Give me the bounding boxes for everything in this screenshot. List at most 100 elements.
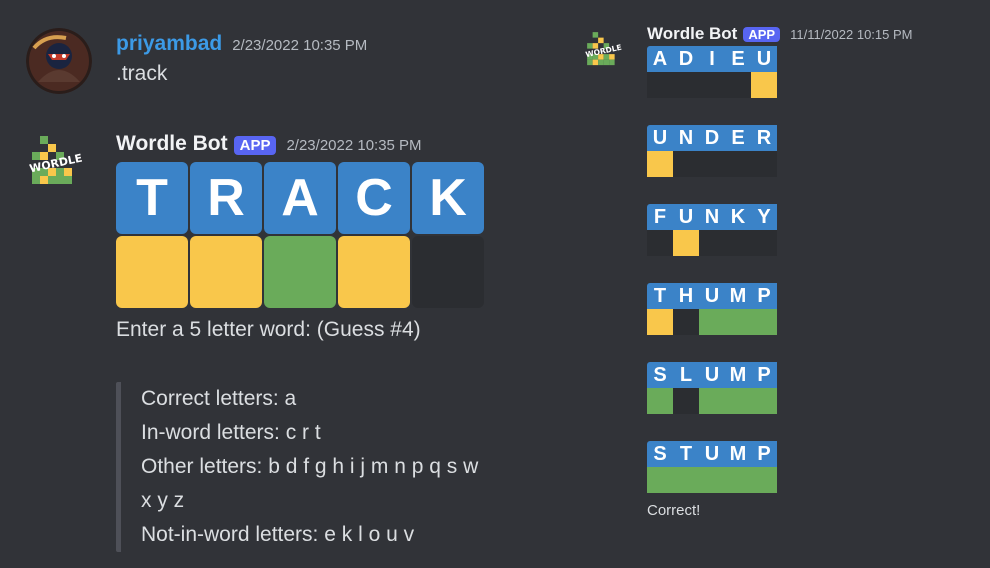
user-avatar[interactable]	[26, 28, 92, 94]
result-tile-yellow	[751, 72, 777, 98]
letter-tile: M	[725, 362, 751, 388]
user-timestamp: 2/23/2022 10:35 PM	[232, 37, 368, 54]
result-tile-empty	[699, 72, 725, 98]
app-badge: APP	[233, 136, 277, 155]
result-tile-empty	[725, 151, 751, 177]
letter-tile: S	[647, 441, 673, 467]
guess-prompt: Enter a 5 letter word: (Guess #4)	[116, 318, 421, 341]
right-bot-timestamp: 11/11/2022 10:15 PM	[790, 27, 913, 42]
letter-tile: M	[725, 283, 751, 309]
result-tile-green	[264, 236, 336, 308]
result-tile-green	[725, 388, 751, 414]
guess-letters-row: SLUMP	[647, 362, 912, 388]
result-tile-green	[751, 388, 777, 414]
right-wordle-bot-avatar[interactable]: WORDLE	[583, 28, 627, 72]
result-tile-yellow	[647, 151, 673, 177]
guess-letters-row: THUMP	[647, 283, 912, 309]
letter-tile: Y	[751, 204, 777, 230]
result-tile-green	[725, 467, 751, 493]
letter-tile: U	[699, 441, 725, 467]
result-tile-green	[699, 309, 725, 335]
result-tile-yellow	[647, 309, 673, 335]
result-tile-empty	[725, 72, 751, 98]
result-tile-empty	[751, 151, 777, 177]
result-tile-empty	[647, 72, 673, 98]
guess-letters-row: STUMP	[647, 441, 912, 467]
guess-letters-row: FUNKY	[647, 204, 912, 230]
result-tile-empty	[412, 236, 484, 308]
letter-tile: A	[264, 162, 336, 234]
letter-tile: P	[751, 283, 777, 309]
wordle-logo-icon: WORDLE	[28, 136, 83, 184]
letter-tile: K	[725, 204, 751, 230]
guess-result-row	[647, 467, 912, 493]
letter-tile: P	[751, 362, 777, 388]
guess-board: UNDER	[647, 125, 912, 177]
guess-result-row	[647, 388, 912, 414]
result-tile-green	[673, 467, 699, 493]
letter-tile: U	[699, 362, 725, 388]
letter-tile: T	[673, 441, 699, 467]
letter-tile: U	[751, 46, 777, 72]
guess-letters-row: TRACK	[116, 162, 486, 234]
bot-username[interactable]: Wordle Bot	[116, 132, 228, 156]
correct-letters: Correct letters: a	[141, 387, 297, 410]
guess-result-row	[647, 309, 912, 335]
result-tile-empty	[699, 230, 725, 256]
result-tile-green	[751, 309, 777, 335]
result-tile-green	[647, 388, 673, 414]
letter-tile: T	[116, 162, 188, 234]
guess-board: FUNKY	[647, 204, 912, 256]
letter-tile: H	[673, 283, 699, 309]
letter-tile: T	[647, 283, 673, 309]
result-tile-empty	[673, 309, 699, 335]
other-letters: Other letters: b d f g h i j m n p q s w…	[141, 455, 479, 512]
result-tile-green	[725, 309, 751, 335]
result-tile-green	[699, 467, 725, 493]
guess-board: SLUMP	[647, 362, 912, 414]
letter-tile: D	[673, 46, 699, 72]
letter-tile: K	[412, 162, 484, 234]
result-tile-yellow	[673, 230, 699, 256]
letter-tile: I	[699, 46, 725, 72]
result-tile-green	[699, 388, 725, 414]
result-tile-green	[751, 467, 777, 493]
right-app-badge: APP	[743, 27, 781, 42]
guess-result-row	[647, 151, 912, 177]
wordle-board: TRACK	[116, 162, 486, 308]
result-tile-yellow	[116, 236, 188, 308]
result-tile-empty	[673, 72, 699, 98]
guess-letters-row: ADIEU	[647, 46, 912, 72]
letter-tile: D	[699, 125, 725, 151]
letter-tile: F	[647, 204, 673, 230]
result-tile-empty	[673, 151, 699, 177]
letter-tile: M	[725, 441, 751, 467]
result-tile-empty	[699, 151, 725, 177]
result-tile-empty	[725, 230, 751, 256]
wordle-logo-icon: WORDLE	[585, 32, 622, 66]
letter-tile: C	[338, 162, 410, 234]
guess-result-row	[116, 236, 486, 308]
letter-tile: E	[725, 125, 751, 151]
result-tile-yellow	[338, 236, 410, 308]
correct-result-text: Correct!	[647, 502, 701, 519]
guess-result-row	[647, 230, 912, 256]
wordle-bot-avatar[interactable]: WORDLE	[26, 130, 90, 194]
user-message-text: .track	[116, 62, 168, 85]
letter-tile: A	[647, 46, 673, 72]
guess-result-row	[647, 72, 912, 98]
user-username[interactable]: priyambad	[116, 32, 222, 56]
guess-history: ADIEUUNDERFUNKYTHUMPSLUMPSTUMP	[647, 46, 912, 493]
letter-tile: L	[673, 362, 699, 388]
result-tile-empty	[751, 230, 777, 256]
result-tile-empty	[647, 230, 673, 256]
letter-tile: P	[751, 441, 777, 467]
letter-tile: U	[673, 204, 699, 230]
guess-board: ADIEU	[647, 46, 912, 98]
result-tile-yellow	[190, 236, 262, 308]
in-word-letters: In-word letters: c r t	[141, 421, 321, 444]
right-bot-username[interactable]: Wordle Bot	[647, 24, 737, 44]
letter-tile: U	[699, 283, 725, 309]
letter-tile: R	[751, 125, 777, 151]
bot-timestamp: 2/23/2022 10:35 PM	[286, 137, 422, 154]
